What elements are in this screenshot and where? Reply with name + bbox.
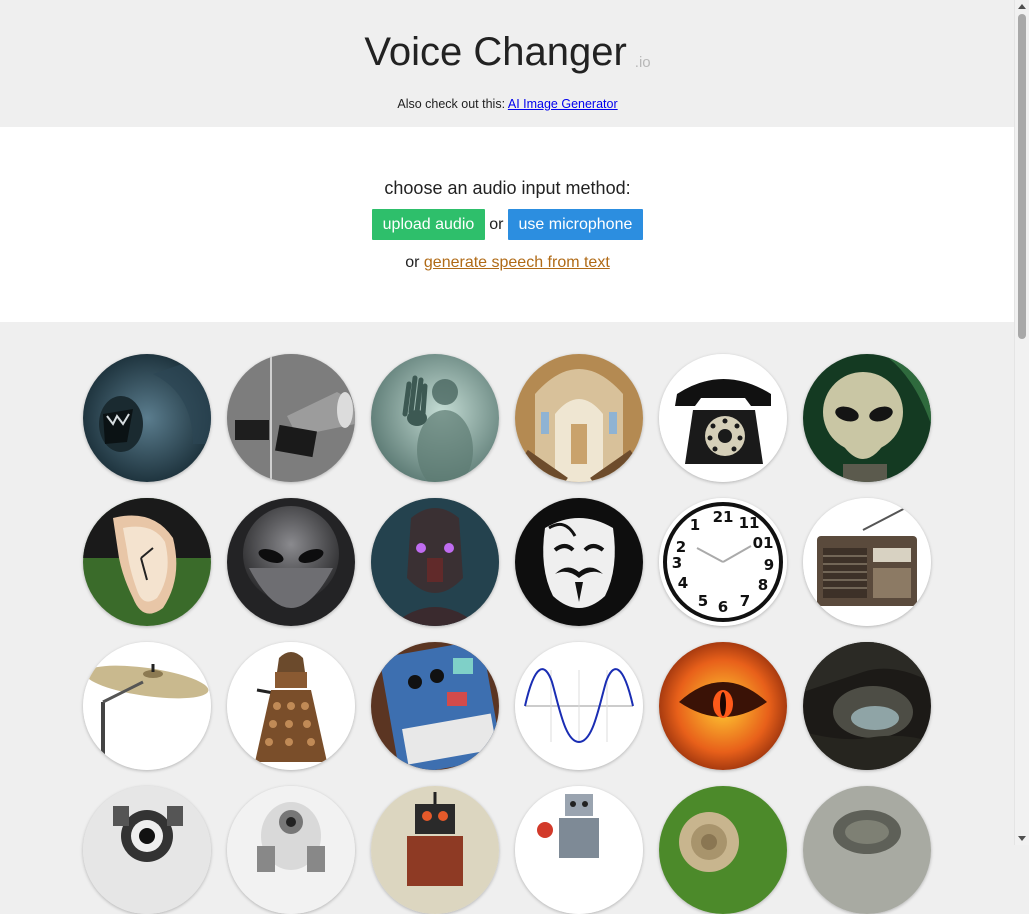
voice-option-robot-mask[interactable]: [371, 498, 499, 626]
voice-option-alien[interactable]: [803, 354, 931, 482]
dalek-icon: [227, 642, 355, 770]
voice-option-anonymous-mask[interactable]: [515, 498, 643, 626]
voice-option-tin-robot[interactable]: [515, 786, 643, 914]
svg-text:9: 9: [764, 556, 774, 574]
also-prefix: Also check out this:: [397, 97, 506, 111]
turtle-icon: [803, 786, 931, 914]
ai-image-generator-link[interactable]: AI Image Generator: [508, 97, 618, 111]
upload-audio-button[interactable]: upload audio: [371, 209, 486, 240]
site-header: Voice Changer .io Also check out this: AI…: [0, 0, 1015, 127]
voice-option-guitar-pedal[interactable]: [371, 642, 499, 770]
monster-roar-icon: [83, 354, 211, 482]
svg-text:01: 01: [753, 534, 774, 552]
voice-option-melting-clock[interactable]: [83, 498, 211, 626]
gen-prefix: or: [405, 254, 420, 271]
site-title[interactable]: Voice Changer: [364, 30, 626, 75]
voice-option-ghost[interactable]: [371, 354, 499, 482]
voice-option-grey-alien[interactable]: [227, 498, 355, 626]
voice-option-cave[interactable]: [803, 642, 931, 770]
svg-text:11: 11: [739, 514, 760, 532]
melting-clock-icon: [83, 498, 211, 626]
toy-robot-icon: [371, 786, 499, 914]
voice-option-fire-eye[interactable]: [659, 642, 787, 770]
svg-text:21: 21: [713, 508, 734, 526]
robot-eye-icon: [83, 786, 211, 914]
voice-option-dalek[interactable]: [227, 642, 355, 770]
fire-eye-icon: [659, 642, 787, 770]
input-method-buttons: upload audio or use microphone: [0, 209, 1015, 240]
cathedral-icon: [515, 354, 643, 482]
anonymous-mask-icon: [515, 498, 643, 626]
telephone-icon: [659, 354, 787, 482]
page-scrollbar[interactable]: [1014, 0, 1029, 845]
voice-option-monster[interactable]: [83, 354, 211, 482]
voice-option-white-robot[interactable]: [227, 786, 355, 914]
generate-speech-link[interactable]: generate speech from text: [424, 254, 610, 271]
voice-option-snail[interactable]: [659, 786, 787, 914]
svg-text:5: 5: [698, 592, 708, 610]
input-method-prompt: choose an audio input method:: [384, 178, 631, 198]
voice-option-megaphone[interactable]: [227, 354, 355, 482]
voice-option-toy-robot[interactable]: [371, 786, 499, 914]
svg-text:8: 8: [758, 576, 768, 594]
voice-option-turtle[interactable]: [803, 786, 931, 914]
also-check-out: Also check out this: AI Image Generator: [0, 97, 1015, 111]
radio-icon: [803, 498, 931, 626]
white-robot-icon: [227, 786, 355, 914]
reversed-clock-icon: 2112345 6 7890111: [659, 498, 787, 626]
voice-option-cathedral[interactable]: [515, 354, 643, 482]
guitar-pedal-icon: [371, 642, 499, 770]
voice-option-reversed-clock[interactable]: 21 1 2 3 4 5 6 7 8 9 01 11: [659, 498, 787, 626]
or-separator: or: [489, 215, 504, 233]
voice-option-sine-wave[interactable]: [515, 642, 643, 770]
svg-text:3: 3: [672, 554, 682, 572]
scroll-up-icon[interactable]: [1018, 4, 1026, 9]
svg-text:6: 6: [718, 598, 728, 616]
voice-option-radio[interactable]: [803, 498, 931, 626]
voice-option-robot-eye[interactable]: [83, 786, 211, 914]
robot-mask-icon: [371, 498, 499, 626]
voice-option-telephone[interactable]: [659, 354, 787, 482]
svg-text:1: 1: [690, 516, 700, 534]
ghost-icon: [371, 354, 499, 482]
sine-wave-icon: [515, 642, 643, 770]
scroll-thumb[interactable]: [1018, 14, 1026, 339]
voice-option-cymbal[interactable]: [83, 642, 211, 770]
site-title-suffix: .io: [634, 54, 651, 71]
audio-input-panel: choose an audio input method: upload aud…: [0, 127, 1015, 322]
snail-icon: [659, 786, 787, 914]
svg-text:4: 4: [678, 574, 688, 592]
cave-icon: [803, 642, 931, 770]
alien-icon: [803, 354, 931, 482]
generate-speech-row: or generate speech from text: [0, 254, 1015, 272]
svg-text:7: 7: [740, 592, 750, 610]
cymbal-icon: [83, 642, 211, 770]
scroll-down-icon[interactable]: [1018, 836, 1026, 841]
megaphone-icon: [227, 354, 355, 482]
grey-alien-icon: [227, 498, 355, 626]
tin-robot-icon: [515, 786, 643, 914]
use-microphone-button[interactable]: use microphone: [507, 209, 644, 240]
